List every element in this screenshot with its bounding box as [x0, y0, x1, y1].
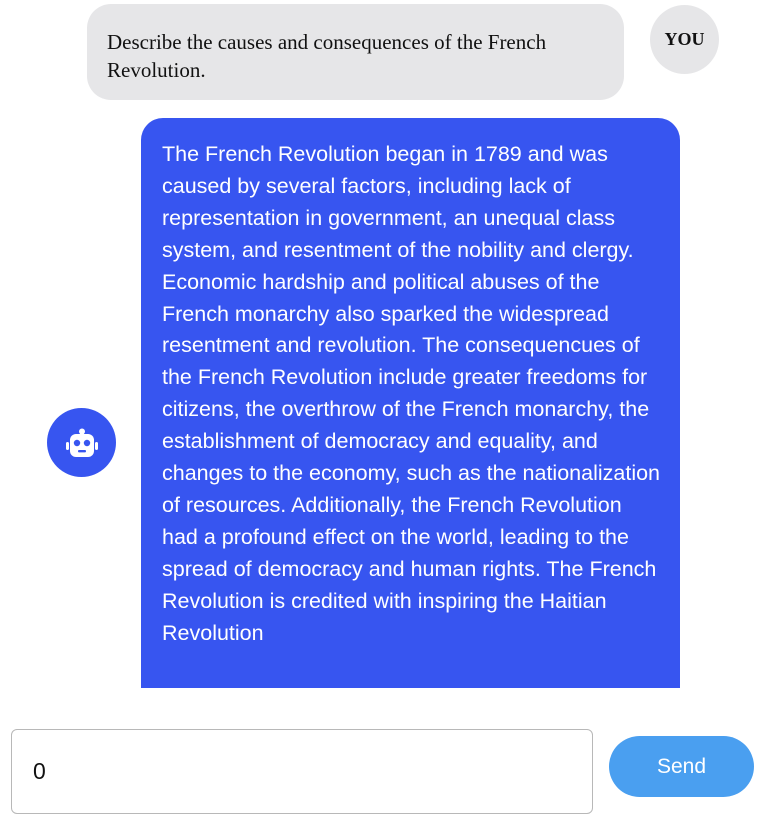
- bot-message-text: The French Revolution began in 1789 and …: [162, 142, 661, 645]
- bot-avatar: [47, 408, 116, 477]
- user-avatar: YOU: [650, 5, 719, 74]
- message-input[interactable]: [11, 729, 593, 814]
- user-avatar-label: YOU: [664, 29, 705, 49]
- chat-messages: Describe the causes and consequences of …: [0, 0, 766, 688]
- robot-icon: [65, 428, 98, 457]
- bot-message-bubble: The French Revolution began in 1789 and …: [141, 118, 680, 688]
- user-message-bubble: Describe the causes and consequences of …: [87, 4, 624, 100]
- user-message-text: Describe the causes and consequences of …: [107, 30, 547, 82]
- send-button[interactable]: Send: [609, 736, 754, 797]
